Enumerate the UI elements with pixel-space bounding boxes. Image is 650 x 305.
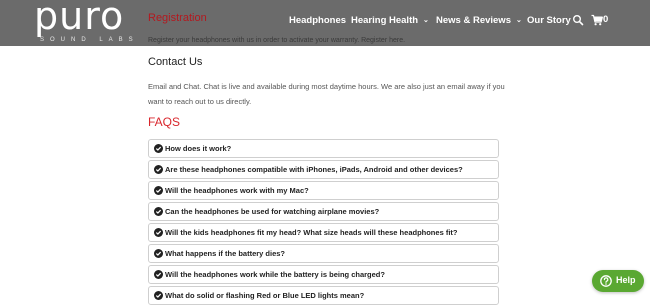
nav-item-headphones[interactable]: Headphones: [289, 15, 346, 26]
faq-item[interactable]: Will the headphones work while the batte…: [148, 265, 499, 284]
check-circle-icon: [154, 186, 163, 195]
faq-question: Will the headphones work while the batte…: [165, 270, 385, 279]
faq-question: What do solid or flashing Red or Blue LE…: [165, 291, 365, 300]
check-circle-icon: [154, 291, 163, 300]
check-circle-icon: [154, 228, 163, 237]
faq-item[interactable]: Will the kids headphones fit my head? Wh…: [148, 223, 499, 242]
faq-item[interactable]: How does it work?: [148, 139, 499, 158]
contact-title: Contact Us: [148, 56, 203, 68]
faq-question: Are these headphones compatible with iPh…: [165, 165, 463, 174]
faq-item[interactable]: What happens if the battery dies?: [148, 244, 499, 263]
faq-item[interactable]: What do solid or flashing Red or Blue LE…: [148, 286, 499, 305]
nav-item-our-story[interactable]: Our Story: [527, 15, 571, 26]
search-icon[interactable]: [572, 14, 584, 26]
cart-icon[interactable]: [591, 14, 603, 26]
check-circle-icon: [154, 270, 163, 279]
contact-text: Email and Chat. Chat is live and availab…: [148, 82, 505, 106]
nav-label: Our Story: [527, 15, 571, 26]
nav-label: News & Reviews: [436, 15, 511, 26]
check-circle-icon: [154, 249, 163, 258]
question-icon: [600, 275, 612, 287]
faq-question: How does it work?: [165, 144, 232, 153]
faqs-title: FAQS: [148, 115, 181, 129]
check-circle-icon: [154, 165, 163, 174]
nav-label: Headphones: [289, 15, 347, 26]
faq-item[interactable]: Will the headphones work with my Mac?: [148, 181, 499, 200]
faq-item[interactable]: Can the headphones be used for watching …: [148, 202, 499, 221]
logo-subtext: SOUND LABS: [40, 37, 139, 43]
check-circle-icon: [154, 207, 163, 216]
nav-item-hearing-health[interactable]: Hearing Health ⌄: [351, 15, 429, 26]
faq-question: What happens if the battery dies?: [165, 249, 286, 258]
help-button[interactable]: Help: [592, 270, 644, 292]
puro-logo[interactable]: puro SOUND LABS: [34, 0, 144, 46]
site-header: puro SOUND LABS Registration Register yo…: [0, 0, 650, 46]
chevron-down-icon: ⌄: [515, 17, 522, 24]
faq-question: Can the headphones be used for watching …: [165, 207, 380, 216]
registration-text[interactable]: Register your headphones with us in orde…: [148, 37, 405, 44]
faq-item[interactable]: Are these headphones compatible with iPh…: [148, 160, 499, 179]
nav-item-news-reviews[interactable]: News & Reviews ⌄: [436, 15, 522, 26]
help-label: Help: [616, 275, 636, 285]
logo-wordmark: puro: [34, 0, 125, 38]
check-circle-icon: [154, 144, 163, 153]
nav-label: Hearing Health: [351, 15, 419, 26]
chevron-down-icon: ⌄: [423, 17, 429, 24]
faq-question: Will the headphones work with my Mac?: [165, 186, 309, 195]
cart-count[interactable]: 0: [603, 14, 608, 25]
registration-title: Registration: [148, 12, 207, 24]
faq-question: Will the kids headphones fit my head? Wh…: [165, 228, 458, 237]
